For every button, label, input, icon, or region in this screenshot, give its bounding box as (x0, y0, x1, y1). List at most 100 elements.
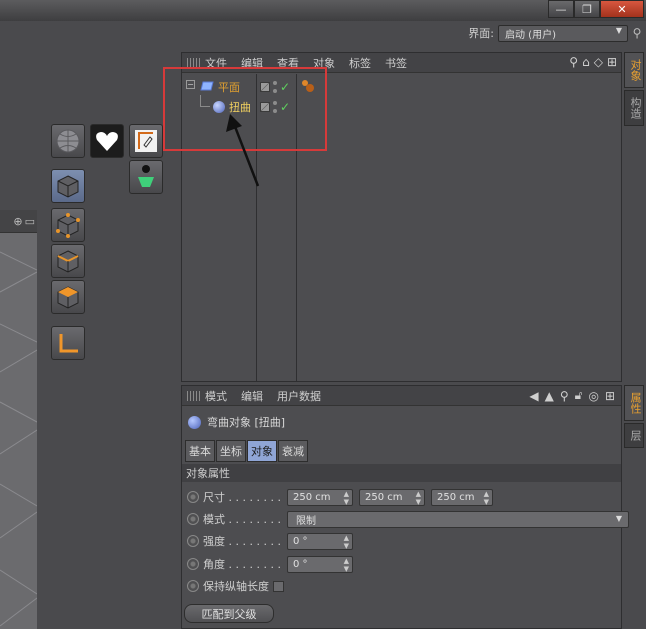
search-icon[interactable]: ⚲ (560, 389, 569, 403)
cube-icon (57, 175, 79, 198)
tab-basic[interactable]: 基本 (185, 440, 215, 462)
lock-icon[interactable]: 🔓︎ (575, 388, 583, 403)
spline-tool-button[interactable] (129, 124, 163, 158)
restore-button[interactable]: ❐ (574, 0, 600, 18)
points-mode-button[interactable] (51, 208, 85, 242)
panel-grip-icon[interactable] (187, 390, 201, 401)
chevron-down-icon: ▼ (615, 25, 622, 35)
right-tabs-top: 对象 构造 (624, 52, 646, 128)
keep-length-label: 保持纵轴长度 (203, 580, 269, 593)
mode-row: 模式 . . . . . . . . 限制 ▼ (187, 510, 629, 528)
tab-coordinates[interactable]: 坐标 (216, 440, 246, 462)
object-title-text: 弯曲对象 [扭曲] (207, 416, 286, 429)
attributes-menu: 模式 编辑 用户数据 ◀ ▲ ⚲ 🔓︎ ◎ ⊞ (182, 386, 621, 406)
minimize-button[interactable]: — (548, 0, 574, 18)
viewport-layout-icon[interactable]: ▭ (25, 215, 35, 228)
viewport-nav-icon[interactable]: ⊕ (13, 215, 22, 228)
axis-icon (59, 334, 78, 353)
home-icon[interactable]: ⌂ (582, 55, 590, 69)
size-y-field[interactable]: 250 cm ▲ ▼ (359, 488, 425, 506)
tab-falloff[interactable]: 衰减 (278, 440, 308, 462)
mode-value: 限制 (296, 515, 316, 527)
hair-tool-button[interactable] (51, 124, 85, 158)
heart-icon (96, 132, 118, 151)
strength-label: 强度 . . . . . . . . (203, 535, 281, 548)
size-y-value: 250 cm (365, 491, 403, 503)
size-z-field[interactable]: 250 cm ▲ ▼ (431, 488, 493, 506)
angle-field[interactable]: 0 ° ▲ ▼ (287, 555, 353, 573)
tab-layers[interactable]: 层 (624, 423, 644, 448)
viewport-grid (0, 232, 37, 629)
layout-dropdown[interactable]: 启动 (用户) ▼ (498, 24, 628, 42)
globe-icon (56, 129, 80, 153)
size-label: 尺寸 . . . . . . . . (203, 491, 281, 504)
attribute-tabs: 基本 坐标 对象 衰减 (185, 440, 308, 462)
animate-radio[interactable] (187, 513, 199, 525)
angle-value: 0 ° (293, 558, 308, 570)
polygons-mode-button[interactable] (51, 280, 85, 314)
layout-value: 启动 (用户) (505, 29, 556, 41)
navigate-icon[interactable]: ◇ (594, 55, 603, 69)
cube-points-icon (56, 213, 80, 238)
animate-radio[interactable] (187, 558, 199, 570)
search-icon[interactable]: ⚲ (628, 26, 646, 40)
attributes-panel: 模式 编辑 用户数据 ◀ ▲ ⚲ 🔓︎ ◎ ⊞ 弯曲对象 [扭曲] 基本 坐标 … (181, 385, 629, 629)
section-header: 对象属性 (182, 464, 621, 482)
menu-tags[interactable]: 标签 (349, 55, 371, 71)
size-x-value: 250 cm (293, 491, 331, 503)
strength-field[interactable]: 0 ° ▲ ▼ (287, 532, 353, 550)
mode-label: 模式 . . . . . . . . (203, 513, 281, 526)
layout-label: 界面: (468, 27, 494, 40)
title-bar: — ❐ ✕ (0, 0, 646, 21)
chevron-down-icon: ▼ (615, 513, 622, 523)
menu-bookmarks[interactable]: 书签 (385, 55, 407, 71)
edges-mode-button[interactable] (51, 244, 85, 278)
angle-label: 角度 . . . . . . . . (203, 558, 281, 571)
panel-grip-icon[interactable] (187, 57, 201, 68)
new-panel-icon[interactable]: ⊞ (607, 55, 617, 69)
bend-deformer-icon (188, 415, 201, 429)
animate-radio[interactable] (187, 535, 199, 547)
size-x-field[interactable]: 250 cm ▲ ▼ (287, 488, 353, 506)
keep-length-checkbox[interactable] (273, 580, 284, 592)
viewport-header: ⊕ ▭ (0, 210, 37, 232)
angle-row: 角度 . . . . . . . . 0 ° ▲ ▼ (187, 555, 359, 573)
axis-mode-button[interactable] (51, 326, 85, 360)
menu-edit[interactable]: 编辑 (241, 388, 263, 404)
tab-structure[interactable]: 构造 (624, 90, 644, 126)
menu-mode[interactable]: 模式 (205, 388, 227, 404)
target-icon[interactable]: ◎ (588, 389, 598, 403)
model-mode-button[interactable] (51, 169, 85, 203)
strength-value: 0 ° (293, 535, 308, 547)
back-arrow-icon[interactable]: ◀ (529, 389, 538, 403)
keep-length-row: 保持纵轴长度 (187, 577, 284, 595)
strength-row: 强度 . . . . . . . . 0 ° ▲ ▼ (187, 532, 359, 550)
window-controls: — ❐ ✕ (548, 0, 644, 18)
tab-attributes[interactable]: 属性 (624, 385, 644, 421)
heart-tool-button[interactable] (90, 124, 124, 158)
size-row: 尺寸 . . . . . . . . 250 cm ▲ ▼ 250 cm ▲ ▼ 250… (187, 488, 499, 506)
animate-radio[interactable] (187, 580, 199, 592)
new-panel-icon[interactable]: ⊞ (605, 389, 615, 403)
tab-object[interactable]: 对象 (247, 440, 277, 462)
annotation-arrow-icon (226, 114, 260, 187)
right-tabs-bottom: 属性 层 (624, 385, 646, 450)
cube-polygons-icon (57, 286, 79, 309)
object-title: 弯曲对象 [扭曲] (188, 414, 285, 430)
match-parent-button[interactable]: 匹配到父级 (184, 604, 274, 623)
object-manager-tools: ⚲ ⌂ ◇ ⊞ (569, 55, 617, 69)
close-button[interactable]: ✕ (600, 0, 644, 18)
mode-dropdown[interactable]: 限制 ▼ (287, 510, 629, 528)
cube-edges-icon (57, 250, 79, 273)
tab-objects[interactable]: 对象 (624, 52, 644, 88)
size-z-value: 250 cm (437, 491, 475, 503)
layout-selector-row: 界面: 启动 (用户) ▼ ⚲ (468, 23, 646, 43)
attributes-tools: ◀ ▲ ⚲ 🔓︎ ◎ ⊞ (529, 388, 615, 403)
spline-pen-icon (135, 130, 157, 152)
menu-user-data[interactable]: 用户数据 (277, 388, 321, 404)
search-icon[interactable]: ⚲ (569, 55, 578, 69)
animate-radio[interactable] (187, 491, 199, 503)
up-arrow-icon[interactable]: ▲ (545, 389, 554, 403)
character-tool-button[interactable] (129, 160, 163, 194)
figure-icon (138, 165, 154, 187)
